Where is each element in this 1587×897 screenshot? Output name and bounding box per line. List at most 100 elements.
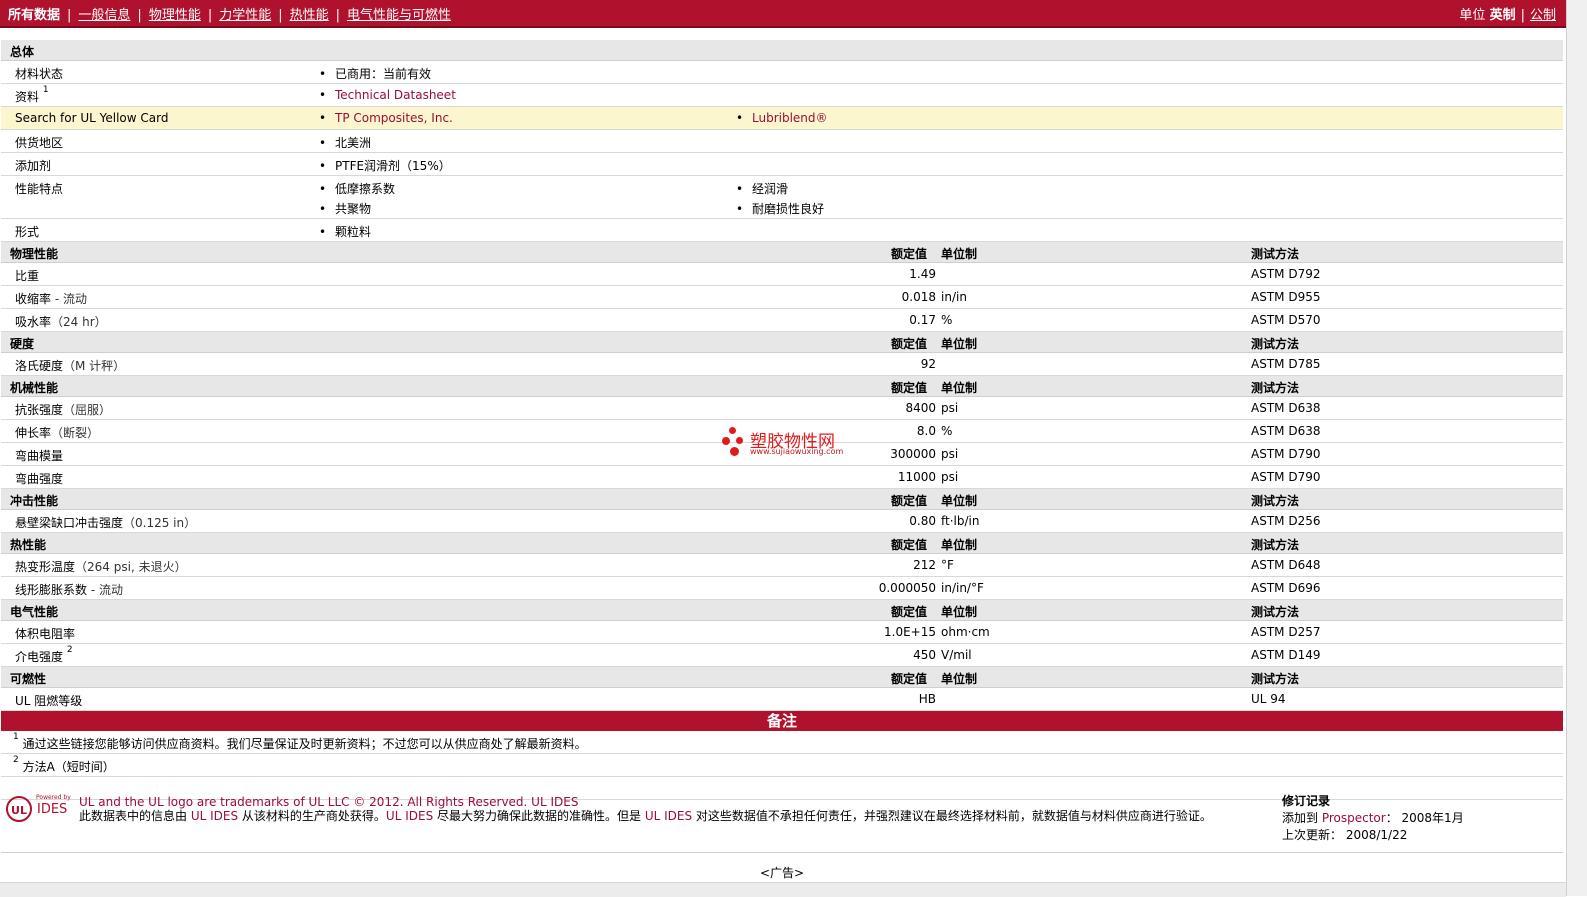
col-header-unit: 单位制 bbox=[941, 247, 978, 261]
footnote-ref: 1 bbox=[42, 85, 49, 95]
property-qualifier: - 流动 bbox=[87, 583, 123, 597]
property-row: 洛氏硬度（M 计秤） 92 ASTM D785 bbox=[1, 353, 1563, 376]
col-header-test-method: 测试方法 bbox=[1251, 605, 1300, 619]
property-value: 8.0 bbox=[916, 424, 936, 438]
ul-logo-icon: UL bbox=[6, 796, 32, 822]
col-header-test-method: 测试方法 bbox=[1251, 538, 1300, 552]
property-qualifier: （0.125 in） bbox=[123, 516, 197, 530]
property-test-method: ASTM D256 bbox=[1251, 514, 1321, 528]
property-label: 线形膨胀系数 - 流动 bbox=[15, 583, 123, 597]
property-label: 收缩率 - 流动 bbox=[15, 292, 87, 306]
tab-general-info[interactable]: 一般信息 bbox=[78, 8, 130, 23]
col-header-unit: 单位制 bbox=[941, 538, 978, 552]
col-header-unit: 单位制 bbox=[941, 381, 978, 395]
section-header: 冲击性能 额定值 单位制 测试方法 bbox=[1, 489, 1563, 510]
row-additive: 添加剂 PTFE润滑剂（15%） bbox=[1, 153, 1563, 176]
property-unit: psi bbox=[941, 470, 959, 484]
property-test-method: ASTM D570 bbox=[1251, 313, 1321, 327]
property-row: 悬壁梁缺口冲击强度（0.125 in） 0.80 ft·lb/in ASTM D256 bbox=[1, 510, 1563, 533]
tab-physical[interactable]: 物理性能 bbox=[149, 8, 201, 23]
property-test-method: ASTM D648 bbox=[1251, 558, 1321, 572]
top-nav-bar: 所有数据 | 一般信息 | 物理性能 | 力学性能 | 热性能 | 电气性能与可燃性 单位 英制 | 公… bbox=[0, 0, 1566, 28]
watermark-logo: 塑胶物性网 www.sujiaowuxing.com bbox=[720, 425, 860, 461]
row-value: 低摩擦系数 bbox=[319, 180, 395, 197]
property-unit: % bbox=[941, 424, 953, 438]
row-value: Lubriblend® bbox=[736, 111, 828, 125]
revision-added: 添加到 Prospector： 2008年1月 bbox=[1282, 811, 1464, 825]
section-header: 电气性能 额定值 单位制 测试方法 bbox=[1, 600, 1563, 621]
row-value: 耐磨损性良好 bbox=[736, 200, 824, 217]
property-unit: in/in/°F bbox=[941, 581, 984, 595]
ad-placeholder: <广告> bbox=[760, 866, 805, 880]
property-row: 比重 1.49 ASTM D792 bbox=[1, 263, 1563, 286]
property-test-method: ASTM D790 bbox=[1251, 470, 1321, 484]
powered-by-label: Powered by bbox=[36, 794, 71, 801]
ides-logo-text: IDES bbox=[37, 802, 68, 817]
row-value: PTFE润滑剂（15%） bbox=[319, 157, 451, 174]
section-title: 总体 bbox=[10, 45, 35, 59]
note-text: 1 通过这些链接您能够访问供应商资料。我们尽量保证及时更新资料；不过您可以从供应… bbox=[13, 732, 587, 751]
property-test-method: ASTM D785 bbox=[1251, 357, 1321, 371]
property-label: 抗张强度（屈服） bbox=[15, 403, 112, 417]
property-value: 11000 bbox=[897, 470, 936, 484]
units-metric-link[interactable]: 公制 bbox=[1530, 8, 1556, 23]
row-label: 添加剂 bbox=[15, 159, 52, 173]
revision-history: 修订记录 添加到 Prospector： 2008年1月 上次更新： 2008/… bbox=[1282, 793, 1464, 844]
property-value: HB bbox=[918, 692, 936, 706]
section-title: 硬度 bbox=[10, 337, 35, 351]
revision-title: 修订记录 bbox=[1282, 794, 1331, 808]
property-qualifier: - 流动 bbox=[51, 292, 87, 306]
row-value: 北美洲 bbox=[319, 134, 371, 151]
tradename-link[interactable]: Lubriblend® bbox=[752, 111, 828, 125]
ul-ides-link[interactable]: UL IDES bbox=[645, 809, 692, 823]
tab-mechanical[interactable]: 力学性能 bbox=[219, 8, 271, 23]
property-row: 线形膨胀系数 - 流动 0.000050 in/in/°F ASTM D696 bbox=[1, 577, 1563, 600]
col-header-value: 额定值 bbox=[891, 672, 928, 686]
property-qualifier: （M 计秤） bbox=[63, 359, 126, 373]
supplier-link[interactable]: TP Composites, Inc. bbox=[335, 111, 453, 125]
tab-thermal[interactable]: 热性能 bbox=[290, 8, 329, 23]
row-value: Technical Datasheet bbox=[319, 88, 456, 102]
vertical-scrollbar[interactable] bbox=[1566, 0, 1587, 896]
property-unit: % bbox=[941, 313, 953, 327]
revision-updated: 上次更新： 2008/1/22 bbox=[1282, 828, 1408, 842]
note-text: 2 方法A（短时间） bbox=[13, 755, 115, 774]
property-value: 92 bbox=[920, 357, 936, 371]
col-header-unit: 单位制 bbox=[941, 494, 978, 508]
property-unit: V/mil bbox=[941, 648, 972, 662]
property-value: 8400 bbox=[905, 401, 936, 415]
ul-ides-link[interactable]: UL IDES bbox=[191, 809, 238, 823]
technical-datasheet-link[interactable]: Technical Datasheet bbox=[335, 88, 456, 102]
property-value: 0.000050 bbox=[878, 581, 936, 595]
col-header-test-method: 测试方法 bbox=[1251, 672, 1300, 686]
footnote-ref: 2 bbox=[66, 645, 73, 655]
section-tabs: 所有数据 | 一般信息 | 物理性能 | 力学性能 | 热性能 | 电气性能与可燃性 bbox=[8, 8, 452, 23]
property-row: 收缩率 - 流动 0.018 in/in ASTM D955 bbox=[1, 286, 1563, 309]
property-row: 体积电阻率 1.0E+15 ohm·cm ASTM D257 bbox=[1, 621, 1563, 644]
col-header-unit: 单位制 bbox=[941, 337, 978, 351]
property-label: 体积电阻率 bbox=[15, 627, 76, 641]
property-test-method: ASTM D696 bbox=[1251, 581, 1321, 595]
trademark-line: UL and the UL logo are trademarks of UL … bbox=[79, 795, 579, 809]
property-row: 抗张强度（屈服） 8400 psi ASTM D638 bbox=[1, 397, 1563, 420]
property-label: 洛氏硬度（M 计秤） bbox=[15, 359, 126, 373]
col-header-test-method: 测试方法 bbox=[1251, 494, 1300, 508]
tab-all-data[interactable]: 所有数据 bbox=[8, 8, 60, 23]
note-item: 1 通过这些链接您能够访问供应商资料。我们尽量保证及时更新资料；不过您可以从供应… bbox=[1, 731, 1563, 754]
property-unit: psi bbox=[941, 447, 959, 461]
property-test-method: ASTM D257 bbox=[1251, 625, 1321, 639]
watermark-url: www.sujiaowuxing.com bbox=[750, 447, 844, 456]
property-unit: in/in bbox=[941, 290, 967, 304]
property-test-method: ASTM D149 bbox=[1251, 648, 1321, 662]
property-row: UL 阻燃等级 HB UL 94 bbox=[1, 688, 1563, 711]
disclaimer-text: 此数据表中的信息由 UL IDES 从该材料的生产商处获得。UL IDES 尽最… bbox=[79, 809, 1212, 823]
row-ul-yellow-card: Search for UL Yellow Card TP Composites,… bbox=[1, 107, 1563, 130]
property-test-method: ASTM D792 bbox=[1251, 267, 1321, 281]
section-title: 电气性能 bbox=[10, 605, 59, 619]
ul-ides-link[interactable]: UL IDES bbox=[386, 809, 433, 823]
section-title: 机械性能 bbox=[10, 381, 59, 395]
property-label: 比重 bbox=[15, 269, 40, 283]
section-header: 机械性能 额定值 单位制 测试方法 bbox=[1, 376, 1563, 397]
prospector-link[interactable]: Prospector bbox=[1322, 811, 1386, 825]
tab-electrical-flammability[interactable]: 电气性能与可燃性 bbox=[347, 8, 451, 23]
